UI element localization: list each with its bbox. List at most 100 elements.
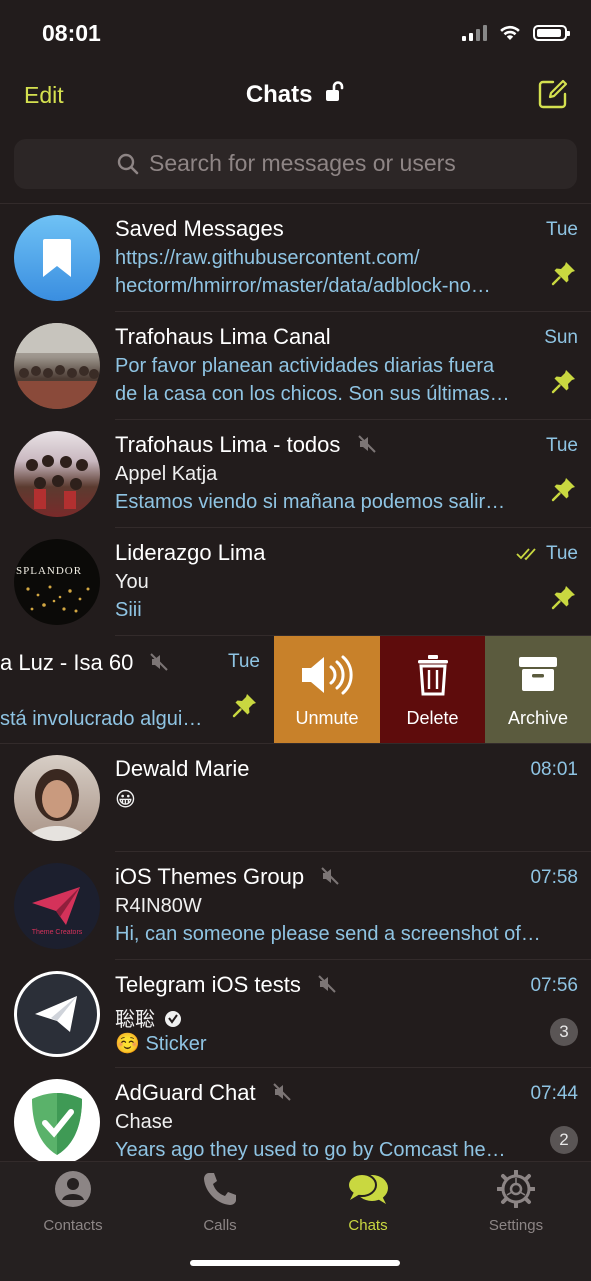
- chat-row[interactable]: Trafohaus Lima Canal Sun Por favor plane…: [0, 312, 591, 420]
- chat-row[interactable]: Theme Creators iOS Themes Group 07:58 R4…: [0, 852, 591, 960]
- unlocked-lock-icon[interactable]: [325, 81, 345, 103]
- verified-icon: [164, 1011, 181, 1027]
- chat-time: Tue: [516, 543, 578, 565]
- home-indicator[interactable]: [190, 1260, 400, 1266]
- chat-sender: You: [115, 571, 149, 593]
- chat-name-text: Telegram iOS tests: [115, 972, 301, 997]
- adguard-shield-icon: [32, 1093, 82, 1155]
- unread-badge: 3: [550, 1018, 578, 1046]
- avatar-text: SPLANDOR: [16, 565, 83, 577]
- person-icon: [55, 1171, 91, 1207]
- unread-badge: 2: [550, 1126, 578, 1154]
- speaker-icon: [302, 655, 353, 695]
- lights-photo-icon: [26, 585, 90, 613]
- chat-row[interactable]: AdGuard Chat 07:44 Chase Years ago they …: [0, 1068, 591, 1162]
- status-bar: 08:01: [0, 0, 591, 70]
- chat-time: 07:58: [530, 867, 578, 888]
- muted-speaker-icon: [357, 435, 376, 453]
- archive-label: Archive: [507, 708, 569, 728]
- chat-preview-line2: stá involucrado algui…: [0, 708, 203, 730]
- pin-icon: [551, 478, 575, 502]
- signal-icon: [462, 24, 487, 41]
- chat-row[interactable]: Dewald Marie 08:01 😀: [0, 744, 591, 852]
- phone-icon: [204, 1173, 236, 1205]
- chat-sender: R4IN80W: [115, 895, 202, 917]
- delete-button[interactable]: Delete: [380, 636, 485, 744]
- chat-preview-line1: 😀: [115, 789, 136, 811]
- chat-preview-line2: Estamos viendo si mañana podemos salir…: [115, 491, 506, 513]
- search-input[interactable]: Search for messages or users: [14, 139, 577, 189]
- muted-speaker-icon: [321, 867, 339, 885]
- avatar: [14, 755, 100, 841]
- chat-preview-line1: Por favor planean actividades diarias fu…: [115, 355, 495, 377]
- avatar: [14, 431, 100, 517]
- chat-name: Dewald Marie: [115, 756, 250, 781]
- chat-preview-line1: https://raw.githubusercontent.com/: [115, 247, 420, 269]
- unmute-button[interactable]: Unmute: [274, 636, 380, 744]
- search-placeholder: Search for messages or users: [149, 150, 456, 176]
- chat-name: AdGuard Chat: [115, 1080, 292, 1106]
- compose-icon[interactable]: [537, 78, 569, 110]
- archive-button[interactable]: Archive: [485, 636, 591, 744]
- chat-time: Sun: [544, 327, 578, 348]
- chat-name-text: Trafohaus Lima - todos: [115, 432, 341, 457]
- chat-time: 07:56: [530, 975, 578, 996]
- chat-time: 08:01: [530, 759, 578, 780]
- tab-settings[interactable]: Settings: [456, 1169, 576, 1234]
- chat-sender: Appel Katja: [115, 463, 218, 485]
- avatar: [14, 1079, 100, 1162]
- tab-label: Settings: [488, 1217, 544, 1234]
- chat-name-text: iOS Themes Group: [115, 864, 305, 889]
- gear-icon: [496, 1169, 536, 1209]
- navigation-bar: Edit Chats: [0, 70, 591, 122]
- chat-preview-line2: hectorm/hmirror/master/data/adblock-no…: [115, 275, 491, 297]
- status-time: 08:01: [42, 20, 101, 46]
- tab-label: Calls: [203, 1217, 237, 1234]
- person-photo-icon: [26, 769, 88, 841]
- unmute-label: Unmute: [295, 708, 359, 728]
- pin-icon: [551, 262, 575, 286]
- chat-time: Tue: [545, 435, 578, 456]
- chat-name-text: AdGuard Chat: [115, 1080, 256, 1105]
- tab-contacts[interactable]: Contacts: [13, 1170, 133, 1234]
- chat-time-text: Tue: [545, 543, 578, 564]
- archive-box-icon: [519, 657, 557, 691]
- pin-icon: [551, 586, 575, 610]
- page-title-text: Chats: [245, 81, 313, 108]
- chat-preview-line2: de la casa con los chicos. Son sus últim…: [115, 383, 510, 405]
- muted-speaker-icon: [318, 975, 336, 993]
- chat-preview-line2: ☺️ Sticker: [115, 1033, 207, 1055]
- avatar: [14, 971, 100, 1057]
- chat-name: a Luz - Isa 60: [0, 650, 169, 676]
- muted-speaker-icon: [150, 653, 169, 671]
- chat-name: Saved Messages: [115, 216, 284, 241]
- chat-row[interactable]: SPLANDOR Liderazgo Lima Tue You Siii: [0, 528, 591, 636]
- chat-row[interactable]: Trafohaus Lima - todos Tue Appel Katja E…: [0, 420, 591, 528]
- tab-chats[interactable]: Chats: [308, 1170, 428, 1234]
- chat-row[interactable]: Saved Messages Tue https://raw.githubuse…: [0, 204, 591, 312]
- swipe-actions: Unmute Delete Archive: [274, 636, 591, 744]
- page-title: Chats: [0, 81, 591, 109]
- chat-name-text: a Luz - Isa 60: [0, 650, 134, 675]
- chat-preview-line2: Years ago they used to go by Comcast he…: [115, 1139, 506, 1161]
- swiped-chat-content[interactable]: a Luz - Isa 60 Tue stá involucrado algui…: [0, 636, 274, 744]
- chat-name: Trafohaus Lima - todos: [115, 432, 377, 458]
- avatar: SPLANDOR: [14, 539, 100, 625]
- group-photo-icon: [26, 455, 88, 509]
- read-checkmarks-icon: [516, 548, 536, 561]
- avatar: [14, 215, 100, 301]
- chat-row-swiped[interactable]: a Luz - Isa 60 Tue stá involucrado algui…: [0, 636, 591, 744]
- chat-sender: 聡聡: [115, 1003, 540, 1032]
- pin-icon: [551, 370, 575, 394]
- chat-time: Tue: [545, 219, 578, 240]
- delete-label: Delete: [406, 708, 459, 728]
- tab-calls[interactable]: Calls: [160, 1170, 280, 1234]
- chat-name: Liderazgo Lima: [115, 540, 266, 565]
- chat-list[interactable]: Saved Messages Tue https://raw.githubuse…: [0, 203, 591, 1162]
- bookmark-icon: [43, 239, 71, 277]
- chat-name: Telegram iOS tests: [115, 972, 337, 998]
- telegram-logo-icon: [35, 996, 77, 1032]
- chat-preview-line2: Siii: [115, 599, 142, 621]
- crowd-photo-icon: [14, 323, 100, 409]
- chat-row[interactable]: Telegram iOS tests 07:56 聡聡 ☺️ Sticker 3: [0, 960, 591, 1068]
